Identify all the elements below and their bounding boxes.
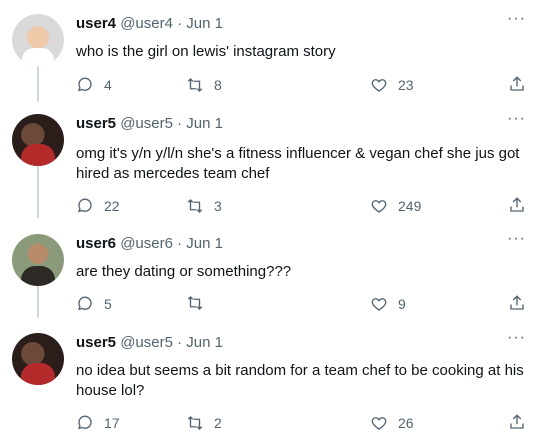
reply-count: 17 xyxy=(104,415,120,431)
tweet-header: user5 @user5 · Jun 1 xyxy=(76,114,223,134)
like-count: 249 xyxy=(398,198,422,214)
tweet[interactable]: user5 @user5 · Jun 1 ··· omg it's y/n y/… xyxy=(0,110,540,224)
display-name[interactable]: user5 xyxy=(76,115,116,132)
like-button[interactable]: 249 xyxy=(370,196,421,216)
separator-dot: · xyxy=(177,15,183,32)
heart-icon xyxy=(371,79,387,92)
share-button[interactable] xyxy=(508,196,526,214)
retweet-icon xyxy=(187,296,203,310)
more-options-icon[interactable]: ··· xyxy=(507,10,526,28)
tweet-actions: 17 2 26 xyxy=(76,413,528,433)
like-count: 9 xyxy=(398,296,406,312)
share-icon xyxy=(510,295,524,310)
user-handle[interactable]: @user5 xyxy=(120,115,173,132)
tweet-text: no idea but seems a bit random for a tea… xyxy=(76,362,524,399)
avatar[interactable] xyxy=(12,333,64,385)
more-options-icon[interactable]: ··· xyxy=(507,110,526,128)
avatar[interactable] xyxy=(12,114,64,166)
tweet-date[interactable]: Jun 1 xyxy=(186,235,223,252)
tweet-date[interactable]: Jun 1 xyxy=(186,334,223,351)
tweet[interactable]: user4 @user4 · Jun 1 ··· who is the girl… xyxy=(0,10,540,104)
reply-count: 4 xyxy=(104,77,112,93)
retweet-button[interactable]: 8 xyxy=(186,75,222,95)
reply-icon xyxy=(77,296,92,311)
tweet-date[interactable]: Jun 1 xyxy=(186,115,223,132)
reply-icon xyxy=(77,415,92,430)
share-icon xyxy=(510,414,524,429)
share-icon xyxy=(510,197,524,212)
reply-button[interactable]: 22 xyxy=(76,196,120,216)
share-button[interactable] xyxy=(508,75,526,93)
like-count: 23 xyxy=(398,77,414,93)
reply-button[interactable]: 17 xyxy=(76,413,120,433)
tweet-thread: user4 @user4 · Jun 1 ··· who is the girl… xyxy=(0,0,540,446)
display-name[interactable]: user5 xyxy=(76,334,116,351)
tweet-text: are they dating or something??? xyxy=(76,263,292,280)
more-options-icon[interactable]: ··· xyxy=(507,329,526,347)
tweet-text: who is the girl on lewis' instagram stor… xyxy=(76,43,336,60)
like-button[interactable]: 26 xyxy=(370,413,414,433)
heart-icon xyxy=(371,417,387,430)
share-icon xyxy=(510,76,524,91)
tweet-actions: 5 9 xyxy=(76,294,528,314)
tweet-header: user6 @user6 · Jun 1 xyxy=(76,234,223,254)
tweet[interactable]: user6 @user6 · Jun 1 ··· are they dating… xyxy=(0,230,540,324)
tweet-header: user5 @user5 · Jun 1 xyxy=(76,333,223,353)
retweet-count: 2 xyxy=(214,415,222,431)
tweet-header: user4 @user4 · Jun 1 xyxy=(76,14,223,34)
retweet-icon xyxy=(187,416,203,430)
separator-dot: · xyxy=(177,115,183,132)
like-count: 26 xyxy=(398,415,414,431)
reply-icon xyxy=(77,198,92,213)
tweet-actions: 4 8 23 xyxy=(76,75,528,95)
retweet-count: 8 xyxy=(214,77,222,93)
retweet-button[interactable] xyxy=(186,294,214,312)
reply-button[interactable]: 5 xyxy=(76,294,112,314)
separator-dot: · xyxy=(177,334,183,351)
heart-icon xyxy=(371,200,387,213)
retweet-icon xyxy=(187,199,203,213)
retweet-button[interactable]: 2 xyxy=(186,413,222,433)
user-handle[interactable]: @user6 xyxy=(120,235,173,252)
more-options-icon[interactable]: ··· xyxy=(507,230,526,248)
share-button[interactable] xyxy=(508,413,526,431)
heart-icon xyxy=(371,298,387,311)
retweet-button[interactable]: 3 xyxy=(186,196,222,216)
tweet-date[interactable]: Jun 1 xyxy=(186,15,223,32)
retweet-icon xyxy=(187,78,203,92)
like-button[interactable]: 9 xyxy=(370,294,406,314)
display-name[interactable]: user6 xyxy=(76,235,116,252)
share-button[interactable] xyxy=(508,294,526,312)
reply-icon xyxy=(77,77,92,92)
retweet-count: 3 xyxy=(214,198,222,214)
tweet[interactable]: user5 @user5 · Jun 1 ··· no idea but see… xyxy=(0,329,540,443)
display-name[interactable]: user4 xyxy=(76,15,116,32)
reply-button[interactable]: 4 xyxy=(76,75,112,95)
separator-dot: · xyxy=(177,235,183,252)
reply-count: 22 xyxy=(104,198,120,214)
reply-count: 5 xyxy=(104,296,112,312)
user-handle[interactable]: @user5 xyxy=(120,334,173,351)
like-button[interactable]: 23 xyxy=(370,75,414,95)
tweet-text: omg it's y/n y/l/n she's a fitness influ… xyxy=(76,145,520,182)
avatar[interactable] xyxy=(12,234,64,286)
user-handle[interactable]: @user4 xyxy=(120,15,173,32)
tweet-actions: 22 3 249 xyxy=(76,196,528,216)
avatar[interactable] xyxy=(12,14,64,66)
